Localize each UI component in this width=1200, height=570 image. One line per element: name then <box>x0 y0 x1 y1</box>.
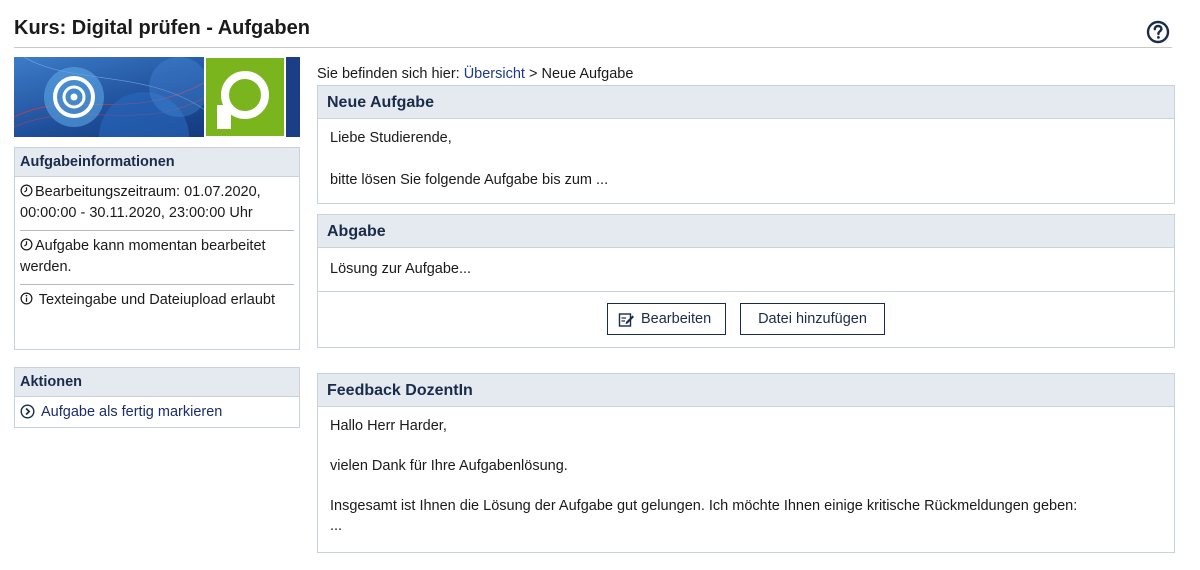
breadcrumb-separator: > <box>528 66 538 82</box>
feedback-paragraph: ... <box>330 518 343 534</box>
clock-icon <box>20 238 33 251</box>
course-banner <box>14 57 300 137</box>
breadcrumb-overview-link[interactable]: Übersicht <box>464 66 525 82</box>
feedback-panel: Feedback DozentIn Hallo Herr Harder, vie… <box>317 373 1175 553</box>
page-title: Kurs: Digital prüfen - Aufgaben <box>14 17 310 39</box>
task-paragraph: Liebe Studierende, <box>330 130 452 146</box>
arrow-circle-icon <box>20 404 35 419</box>
info-item-status: Aufgabe kann momentan bearbeitet werden. <box>20 230 294 284</box>
info-item-period: Bearbeitungszeitraum: 01.07.2020, 00:00:… <box>15 177 299 230</box>
info-icon <box>20 292 33 305</box>
add-file-button-label: Datei hinzufügen <box>758 311 867 327</box>
banner-image <box>14 57 300 137</box>
edit-button-label: Bearbeiten <box>641 311 712 327</box>
feedback-paragraph: Insgesamt ist Ihnen die Lösung der Aufga… <box>330 498 1078 514</box>
submission-buttons: Bearbeiten Datei hinzufügen <box>318 292 1174 335</box>
clock-icon <box>20 184 33 197</box>
info-item-input-mode: Texteingabe und Dateiupload erlaubt <box>20 284 294 317</box>
actions-panel: Aktionen Aufgabe als fertig markieren <box>14 367 300 428</box>
page-header: Kurs: Digital prüfen - Aufgaben <box>14 14 1172 48</box>
help-icon[interactable] <box>1146 20 1170 44</box>
add-file-button[interactable]: Datei hinzufügen <box>740 303 885 335</box>
edit-button[interactable]: Bearbeiten <box>607 303 726 335</box>
feedback-content: Hallo Herr Harder, vielen Dank für Ihre … <box>318 407 1174 545</box>
task-heading: Neue Aufgabe <box>318 86 1174 119</box>
feedback-paragraph: vielen Dank für Ihre Aufgabenlösung. <box>330 458 568 474</box>
task-info-panel: Aufgabeinformationen Bearbeitungszeitrau… <box>14 147 300 350</box>
breadcrumb-prefix: Sie befinden sich hier: <box>317 66 460 82</box>
edit-icon <box>618 312 634 327</box>
breadcrumb: Sie befinden sich hier: Übersicht > Neue… <box>317 66 633 82</box>
submission-text: Lösung zur Aufgabe... <box>318 248 1174 292</box>
mark-complete-link[interactable]: Aufgabe als fertig markieren <box>15 397 299 427</box>
feedback-paragraph: Hallo Herr Harder, <box>330 418 447 434</box>
breadcrumb-current: Neue Aufgabe <box>541 66 634 82</box>
task-panel: Neue Aufgabe Liebe Studierende, bitte lö… <box>317 85 1175 204</box>
task-content: Liebe Studierende, bitte lösen Sie folge… <box>318 119 1174 199</box>
info-item-text: Texteingabe und Dateiupload erlaubt <box>38 292 275 308</box>
task-info-heading: Aufgabeinformationen <box>15 148 299 177</box>
submission-heading: Abgabe <box>318 215 1174 248</box>
mark-complete-label: Aufgabe als fertig markieren <box>41 404 223 420</box>
task-paragraph: bitte lösen Sie folgende Aufgabe bis zum… <box>330 172 609 188</box>
actions-heading: Aktionen <box>15 368 299 397</box>
info-item-text: Aufgabe kann momentan bearbeitet werden. <box>20 238 266 275</box>
submission-panel: Abgabe Lösung zur Aufgabe... Bearbeiten … <box>317 214 1175 348</box>
info-item-text: Bearbeitungszeitraum: 01.07.2020, 00:00:… <box>20 184 261 221</box>
feedback-heading: Feedback DozentIn <box>318 374 1174 407</box>
